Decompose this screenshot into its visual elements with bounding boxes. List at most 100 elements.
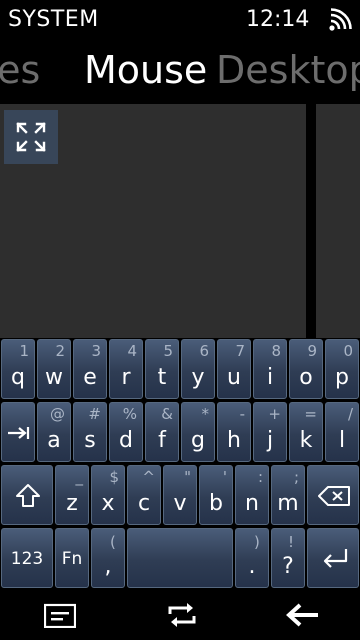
key-alt-label: 8 — [271, 342, 281, 360]
key-label: n — [245, 491, 259, 516]
key-alt-label: ' — [222, 468, 227, 486]
key-alt-label: ; — [293, 468, 299, 486]
key-period[interactable]: ). — [235, 528, 269, 588]
key-z[interactable]: _ z — [55, 465, 89, 525]
tab-desktop[interactable]: Desktop — [216, 48, 360, 92]
space-key[interactable] — [127, 528, 233, 588]
key-m[interactable]: ; m — [271, 465, 305, 525]
key-alt-label: 2 — [55, 342, 65, 360]
key-label: r — [121, 365, 131, 390]
key-d[interactable]: % d — [109, 402, 143, 462]
key-alt-label: - — [239, 405, 245, 423]
key-alt-label: + — [268, 405, 281, 423]
key-label: f — [158, 428, 166, 453]
switch-button[interactable] — [152, 596, 212, 636]
key-s[interactable]: # s — [73, 402, 107, 462]
key-label: w — [45, 365, 63, 390]
backspace-key[interactable] — [307, 465, 359, 525]
key-l[interactable]: / l — [325, 402, 359, 462]
key-w[interactable]: 2w — [37, 339, 71, 399]
enter-icon — [323, 549, 348, 568]
key-a[interactable]: @ a — [37, 402, 71, 462]
key-alt-label: 9 — [307, 342, 317, 360]
key-label: z — [66, 491, 78, 516]
fullscreen-button[interactable] — [4, 110, 58, 164]
numbers-key[interactable]: 123 — [1, 528, 53, 588]
key-label: . — [248, 554, 256, 579]
key-alt-label: 5 — [163, 342, 173, 360]
key-label: Fn — [61, 549, 83, 569]
back-button[interactable] — [272, 596, 332, 636]
tab-arrow-icon — [8, 427, 30, 439]
key-label: j — [266, 428, 274, 453]
shift-arrow-icon — [16, 484, 40, 507]
key-e[interactable]: 3e — [73, 339, 107, 399]
key-label: , — [104, 554, 112, 579]
key-v[interactable]: " v — [163, 465, 197, 525]
key-r[interactable]: 4r — [109, 339, 143, 399]
key-label: v — [173, 491, 187, 516]
key-h[interactable]: -h — [217, 402, 251, 462]
key-alt-label: _ — [75, 468, 84, 486]
key-alt-label: ) — [254, 533, 260, 551]
key-alt-label: 6 — [199, 342, 209, 360]
key-label: a — [47, 428, 61, 453]
key-label: h — [227, 428, 241, 453]
key-label: p — [335, 365, 349, 390]
key-alt-label: # — [88, 405, 101, 423]
key-label: t — [157, 365, 167, 390]
key-alt-label: % — [122, 405, 137, 423]
key-k[interactable]: = k — [289, 402, 323, 462]
key-i[interactable]: 8i — [253, 339, 287, 399]
key-x[interactable]: $ x — [91, 465, 125, 525]
key-label: m — [277, 491, 299, 516]
key-alt-label: : — [257, 468, 263, 486]
key-question[interactable]: !? — [271, 528, 305, 588]
key-alt-label: 0 — [343, 342, 353, 360]
key-f[interactable]: & f — [145, 402, 179, 462]
shift-key[interactable] — [1, 465, 53, 525]
key-label: c — [137, 491, 151, 516]
status-title: SYSTEM — [8, 7, 99, 32]
key-alt-label: $ — [109, 468, 119, 486]
status-clock: 12:14 — [246, 7, 310, 32]
key-alt-label: / — [347, 405, 353, 423]
key-q[interactable]: 1q — [1, 339, 35, 399]
menu-button[interactable] — [30, 596, 90, 636]
key-alt-label: 4 — [127, 342, 137, 360]
key-c[interactable]: ^ c — [127, 465, 161, 525]
key-alt-label: ( — [110, 533, 116, 551]
menu-icon — [44, 603, 76, 628]
key-label: q — [11, 365, 25, 390]
key-p[interactable]: 0p — [325, 339, 359, 399]
backspace-icon — [318, 486, 350, 506]
key-comma[interactable]: (, — [91, 528, 125, 588]
bottom-navigation-bar — [0, 590, 360, 640]
key-alt-label: * — [201, 405, 210, 423]
key-y[interactable]: 6y — [181, 339, 215, 399]
key-label: x — [101, 491, 115, 516]
key-label: i — [266, 365, 274, 390]
enter-key[interactable] — [307, 528, 359, 588]
key-label: 123 — [10, 549, 44, 569]
key-label: b — [209, 491, 223, 516]
key-j[interactable]: + j — [253, 402, 287, 462]
key-b[interactable]: ' b — [199, 465, 233, 525]
key-o[interactable]: 9o — [289, 339, 323, 399]
key-alt-label: & — [161, 405, 173, 423]
fn-key[interactable]: Fn — [55, 528, 89, 588]
key-label: y — [191, 365, 205, 390]
key-u[interactable]: 7u — [217, 339, 251, 399]
virtual-keyboard: 1q 2w 3e 4r 5t 6y 7u 8i 9o 0p @ a # s % d &… — [0, 338, 360, 590]
key-alt-label: 7 — [235, 342, 245, 360]
key-n[interactable]: :n — [235, 465, 269, 525]
tab-files[interactable]: iles — [0, 48, 40, 92]
back-arrow-icon — [286, 603, 318, 627]
key-g[interactable]: * g — [181, 402, 215, 462]
tab-key[interactable] — [1, 402, 35, 462]
touchpad-area[interactable] — [0, 104, 306, 338]
scroll-strip[interactable] — [316, 104, 360, 338]
key-t[interactable]: 5t — [145, 339, 179, 399]
expand-icon — [16, 122, 46, 152]
tab-mouse[interactable]: Mouse — [84, 48, 207, 92]
